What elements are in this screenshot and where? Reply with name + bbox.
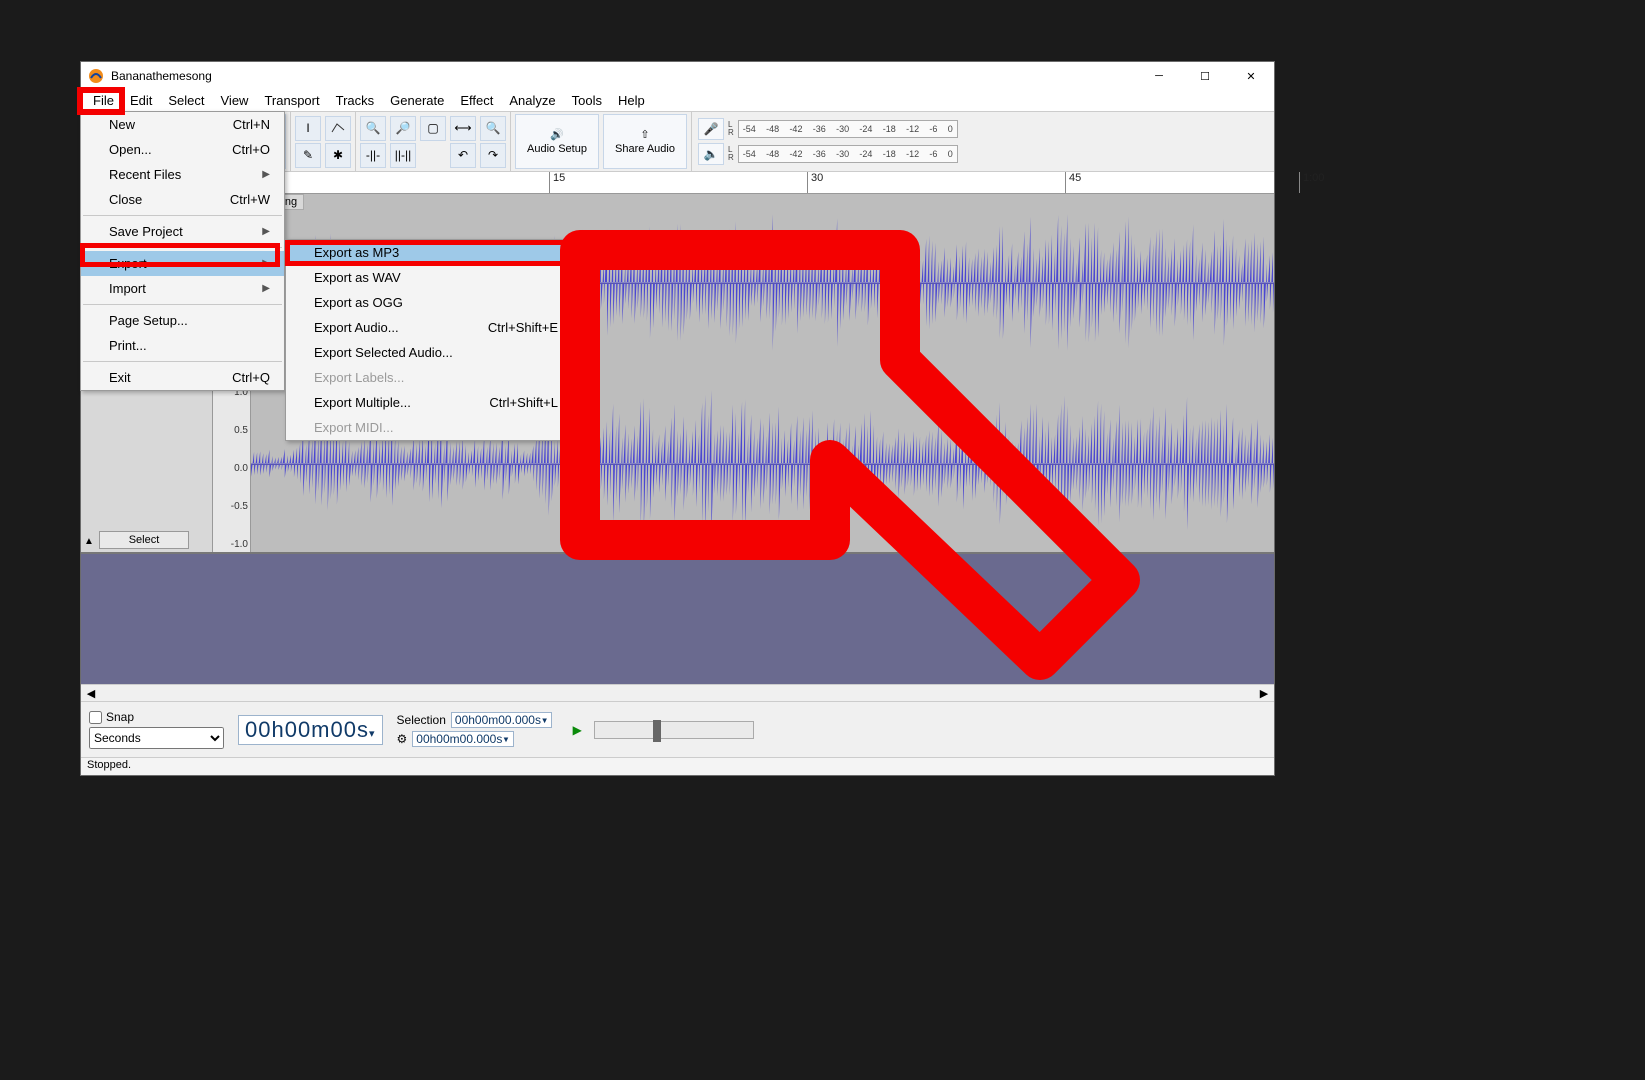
track-select-button[interactable]: Select (99, 531, 189, 549)
scroll-left-icon[interactable]: ◀ (83, 687, 99, 700)
menu-select[interactable]: Select (160, 91, 212, 110)
setup-group: 🔊 Audio Setup ⇧ Share Audio (511, 112, 692, 171)
selection-toolbar: Snap Seconds 00h00m00s▾ Selection 00h00m… (81, 701, 1274, 757)
edit-tools-group: I ✎ ✱ (291, 112, 356, 171)
minimize-button[interactable]: ─ (1136, 62, 1182, 90)
snap-unit-select[interactable]: Seconds (89, 727, 224, 749)
export-item-export-as-ogg[interactable]: Export as OGG (286, 290, 572, 315)
menu-analyze[interactable]: Analyze (501, 91, 563, 110)
menubar: FileEditSelectViewTransportTracksGenerat… (81, 90, 1274, 112)
file-menu-item-save-project[interactable]: Save Project▶ (81, 219, 284, 244)
record-meter-scale[interactable]: -54-48-42-36-30-24-18-12-60 (738, 120, 958, 138)
multi-tool-icon[interactable]: ✱ (325, 143, 351, 168)
file-menu-item-import[interactable]: Import▶ (81, 276, 284, 301)
speaker-icon: 🔊 (550, 128, 564, 141)
export-item-export-as-wav[interactable]: Export as WAV (286, 265, 572, 290)
playback-meter[interactable]: 🔈 LR -54-48-42-36-30-24-18-12-60 (698, 143, 958, 165)
selection-label: Selection (397, 713, 446, 727)
status-text: Stopped. (87, 759, 131, 771)
trim-icon[interactable]: -||- (360, 143, 386, 168)
file-menu-item-page-setup-[interactable]: Page Setup... (81, 308, 284, 333)
selection-end-display[interactable]: 00h00m00.000s▾ (412, 731, 513, 747)
export-item-export-labels-: Export Labels... (286, 365, 572, 390)
export-item-export-as-mp-[interactable]: Export as MP3 (286, 240, 572, 265)
horizontal-scrollbar[interactable]: ◀ ▶ (81, 684, 1274, 701)
menu-transport[interactable]: Transport (256, 91, 327, 110)
file-menu-item-export[interactable]: Export▶ (81, 251, 284, 276)
file-menu-item-exit[interactable]: ExitCtrl+Q (81, 365, 284, 390)
file-menu-item-print-[interactable]: Print... (81, 333, 284, 358)
redo-icon[interactable]: ↷ (480, 143, 506, 168)
share-audio-label: Share Audio (615, 143, 675, 155)
file-menu-item-new[interactable]: NewCtrl+N (81, 112, 284, 137)
app-icon (87, 67, 105, 85)
menu-help[interactable]: Help (610, 91, 653, 110)
menu-tracks[interactable]: Tracks (328, 91, 383, 110)
export-item-export-multiple-[interactable]: Export Multiple...Ctrl+Shift+L (286, 390, 572, 415)
share-audio-button[interactable]: ⇧ Share Audio (603, 114, 687, 169)
export-item-export-audio-[interactable]: Export Audio...Ctrl+Shift+E (286, 315, 572, 340)
zoom-toggle-icon[interactable]: 🔍 (480, 116, 506, 141)
maximize-button[interactable]: ☐ (1182, 62, 1228, 90)
zoom-fit-icon[interactable]: ⟷ (450, 116, 476, 141)
snap-group: Snap Seconds (89, 710, 224, 749)
export-item-export-selected-audio-[interactable]: Export Selected Audio... (286, 340, 572, 365)
scroll-right-icon[interactable]: ▶ (1256, 687, 1272, 700)
audio-setup-button[interactable]: 🔊 Audio Setup (515, 114, 599, 169)
titlebar: Bananathemesong ─ ☐ ✕ (81, 62, 1274, 90)
gear-icon[interactable]: ⚙ (397, 732, 408, 746)
zoom-sel-icon[interactable]: ▢ (420, 116, 446, 141)
selection-start-display[interactable]: 00h00m00.000s▾ (451, 712, 552, 728)
time-position-display[interactable]: 00h00m00s▾ (238, 715, 383, 745)
menu-edit[interactable]: Edit (122, 91, 160, 110)
audio-setup-label: Audio Setup (527, 143, 587, 155)
menu-tools[interactable]: Tools (564, 91, 610, 110)
window-title: Bananathemesong (111, 69, 1136, 83)
envelope-tool-icon[interactable] (325, 116, 351, 141)
record-meter[interactable]: 🎤 LR -54-48-42-36-30-24-18-12-60 (698, 118, 958, 140)
meters-group: 🎤 LR -54-48-42-36-30-24-18-12-60 🔈 LR -5… (692, 112, 964, 171)
menu-file[interactable]: File (85, 91, 122, 110)
menu-view[interactable]: View (213, 91, 257, 110)
file-menu-popup: NewCtrl+NOpen...Ctrl+ORecent Files▶Close… (80, 111, 285, 391)
zoom-out-icon[interactable]: 🔎 (390, 116, 416, 141)
file-menu-item-recent-files[interactable]: Recent Files▶ (81, 162, 284, 187)
menu-effect[interactable]: Effect (452, 91, 501, 110)
snap-label: Snap (106, 710, 134, 724)
draw-tool-icon[interactable]: ✎ (295, 143, 321, 168)
selection-tool-icon[interactable]: I (295, 116, 321, 141)
snap-checkbox[interactable]: Snap (89, 710, 224, 724)
silence-icon[interactable]: ||-|| (390, 143, 416, 168)
speaker-meter-icon[interactable]: 🔈 (698, 143, 724, 165)
selection-group: Selection 00h00m00.000s▾ ⚙ 00h00m00.000s… (397, 712, 553, 747)
menu-generate[interactable]: Generate (382, 91, 452, 110)
upload-icon: ⇧ (640, 128, 649, 141)
play-at-speed-group: ▶ (566, 719, 754, 741)
export-submenu-popup: Export as MP3Export as WAVExport as OGGE… (285, 239, 573, 441)
track-collapse-icon[interactable]: ▲ (84, 536, 94, 547)
zoom-group: 🔍 🔎 ▢ ⟷ 🔍 -||- ||-|| ↶ ↷ (356, 112, 511, 171)
mic-icon[interactable]: 🎤 (698, 118, 724, 140)
export-item-export-midi-: Export MIDI... (286, 415, 572, 440)
play-at-speed-button[interactable]: ▶ (566, 719, 588, 741)
playback-meter-scale[interactable]: -54-48-42-36-30-24-18-12-60 (738, 145, 958, 163)
status-bar: Stopped. (81, 757, 1274, 775)
playback-speed-slider[interactable] (594, 721, 754, 739)
zoom-in-icon[interactable]: 🔍 (360, 116, 386, 141)
file-menu-item-close[interactable]: CloseCtrl+W (81, 187, 284, 212)
close-button[interactable]: ✕ (1228, 62, 1274, 90)
file-menu-item-open-[interactable]: Open...Ctrl+O (81, 137, 284, 162)
undo-icon[interactable]: ↶ (450, 143, 476, 168)
